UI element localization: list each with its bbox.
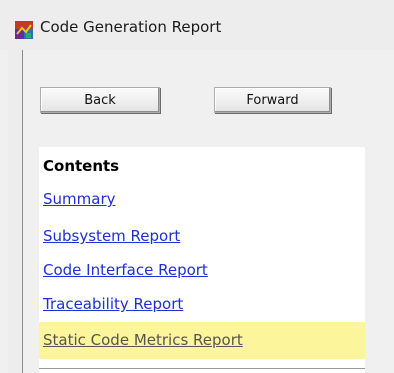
toc-link-subsystem-report[interactable]: Subsystem Report [43,227,180,245]
toc-link-summary[interactable]: Summary [43,190,116,208]
title-bar: Code Generation Report [0,0,394,50]
contents-panel: Contents Summary Subsystem Report Code I… [39,147,365,373]
window-frame-left [8,50,23,373]
report-app-icon [14,20,34,40]
back-button[interactable]: Back [40,87,160,113]
divider [39,368,365,369]
toc-link-static-code-metrics-report[interactable]: Static Code Metrics Report [43,331,243,349]
report-window: Code Generation Report Back Forward Cont… [0,0,394,373]
toc-link-code-interface-report[interactable]: Code Interface Report [43,261,208,279]
window-title: Code Generation Report [40,18,222,36]
report-content: Back Forward Contents Summary Subsystem … [23,50,394,373]
contents-heading: Contents [43,157,120,175]
forward-button[interactable]: Forward [214,87,331,113]
toc-link-traceability-report[interactable]: Traceability Report [43,295,183,313]
